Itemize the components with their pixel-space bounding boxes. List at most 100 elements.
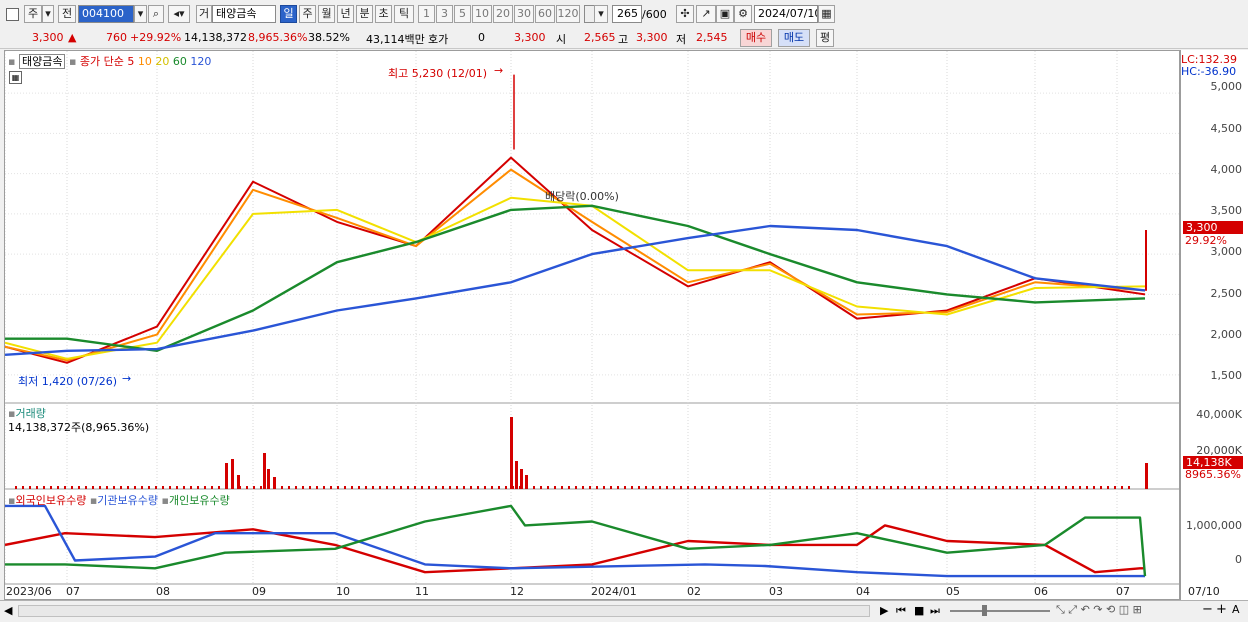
hoga-price: 3,300	[514, 31, 546, 44]
volume-bar	[1107, 486, 1109, 489]
volume-bar	[1065, 486, 1067, 489]
dropdown-arrow-icon[interactable]: ▾	[42, 5, 54, 23]
play-forward-icon[interactable]: ⏭	[930, 604, 940, 618]
volume-bar	[1002, 486, 1004, 489]
play-back-icon[interactable]: ⏮	[896, 604, 906, 618]
volume-bar	[449, 486, 451, 489]
save-icon[interactable]: ▣	[716, 5, 734, 23]
volume-bar	[365, 486, 367, 489]
trend-tool-icon[interactable]: ↗	[696, 5, 716, 23]
volume-bar	[729, 486, 731, 489]
count-input[interactable]: 265	[612, 5, 642, 23]
minute-20[interactable]: 20	[493, 5, 513, 23]
xlabel-03: 03	[769, 585, 783, 598]
volume-bar	[113, 486, 115, 489]
minute-10[interactable]: 10	[472, 5, 492, 23]
zoom-slider-thumb[interactable]	[982, 605, 987, 616]
volume-bar	[1072, 486, 1074, 489]
volume-bar	[771, 486, 773, 489]
up-arrow-icon: ▲	[68, 31, 77, 44]
window-icon[interactable]	[6, 8, 19, 21]
period-month[interactable]: 월	[318, 5, 335, 23]
gear-icon[interactable]: ⚙	[734, 5, 752, 23]
volume-bar	[211, 486, 213, 489]
date-input[interactable]: 2024/07/10	[754, 5, 818, 23]
volume-bar	[281, 486, 283, 489]
volume-bar	[218, 486, 220, 489]
font-size-icon[interactable]: A	[1232, 603, 1240, 616]
xlabel-12: 12	[510, 585, 524, 598]
volume-bar	[610, 486, 612, 489]
sell-button[interactable]: 매도	[778, 29, 810, 47]
turnover-rate: 38.52%	[308, 31, 350, 44]
period-minute[interactable]: 분	[356, 5, 373, 23]
volume-bar	[960, 486, 962, 489]
volume-bar	[967, 486, 969, 489]
volume-bar	[225, 463, 228, 489]
volume-bar	[883, 486, 885, 489]
xlabel-04: 04	[856, 585, 870, 598]
volume-bar	[624, 486, 626, 489]
volume-bar	[715, 486, 717, 489]
volume-bar	[855, 486, 857, 489]
tool-icons[interactable]: ⤡ ⤢ ↶ ↷ ⟲ ◫ ⊞	[1056, 603, 1142, 617]
scroll-right-icon[interactable]: ▶	[880, 604, 888, 617]
period-second[interactable]: 초	[375, 5, 392, 23]
holders-ytick-1000000: 1,000,000	[1186, 519, 1242, 532]
period-tick[interactable]: 틱	[394, 5, 414, 23]
period-year[interactable]: 년	[337, 5, 354, 23]
volume-bar	[309, 486, 311, 489]
zoom-out-icon[interactable]: −	[1202, 602, 1213, 617]
volume-value: 14,138,372	[184, 31, 247, 44]
volume-bar	[995, 486, 997, 489]
minute-60[interactable]: 60	[535, 5, 555, 23]
volume-bar	[785, 486, 787, 489]
table-icon[interactable]: ▦	[9, 71, 22, 84]
volume-bar	[29, 486, 31, 489]
code-dropdown-icon[interactable]: ▾	[134, 5, 147, 23]
minute-120[interactable]: 120	[556, 5, 580, 23]
xlabel-07-2024: 07	[1116, 585, 1130, 598]
interval-dropdown-icon[interactable]: ▾	[594, 5, 608, 23]
search-icon[interactable]: ⌕	[148, 5, 164, 23]
stop-icon[interactable]: ■	[914, 604, 924, 617]
institution-holdings-label: 기관보유수량	[97, 494, 159, 507]
volume-bar	[78, 486, 80, 489]
hoga-value: 0	[478, 31, 485, 44]
volume-bar	[743, 486, 745, 489]
volume-bar	[589, 486, 591, 489]
volume-bar	[974, 486, 976, 489]
volume-bar	[827, 486, 829, 489]
zoom-slider[interactable]	[950, 610, 1050, 612]
chart-area[interactable]	[4, 50, 1180, 600]
volume-bar	[757, 486, 759, 489]
volume-bar	[260, 486, 262, 489]
volume-bar	[792, 486, 794, 489]
zoom-in-icon[interactable]: +	[1216, 602, 1227, 617]
buy-button[interactable]: 매수	[740, 29, 772, 47]
avg-button[interactable]: 평	[816, 29, 834, 47]
minute-30[interactable]: 30	[514, 5, 534, 23]
xlabel-06: 06	[1034, 585, 1048, 598]
tab-prev[interactable]: 전	[58, 5, 76, 23]
crosshair-icon[interactable]: ✣	[676, 5, 694, 23]
minute-5[interactable]: 5	[454, 5, 471, 23]
stock-code-input[interactable]: 004100	[78, 5, 134, 23]
speaker-icon[interactable]: ◂▾	[168, 5, 190, 23]
calendar-icon[interactable]: ▦	[818, 5, 835, 23]
period-day[interactable]: 일	[280, 5, 297, 23]
volume-bar	[1051, 486, 1053, 489]
horizontal-scrollbar[interactable]	[18, 605, 870, 617]
ma-line-60	[5, 204, 1146, 352]
volume-bar	[295, 486, 297, 489]
period-week[interactable]: 주	[299, 5, 316, 23]
minute-1[interactable]: 1	[418, 5, 435, 23]
volume-bar	[106, 486, 108, 489]
volume-bar	[631, 486, 633, 489]
tab-stock[interactable]: 주	[24, 5, 42, 23]
minute-3[interactable]: 3	[436, 5, 453, 23]
hoga-button[interactable]: 거	[196, 5, 212, 23]
volume-bar	[505, 486, 507, 489]
volume-bar	[778, 486, 780, 489]
scroll-left-icon[interactable]: ◀	[4, 604, 12, 617]
